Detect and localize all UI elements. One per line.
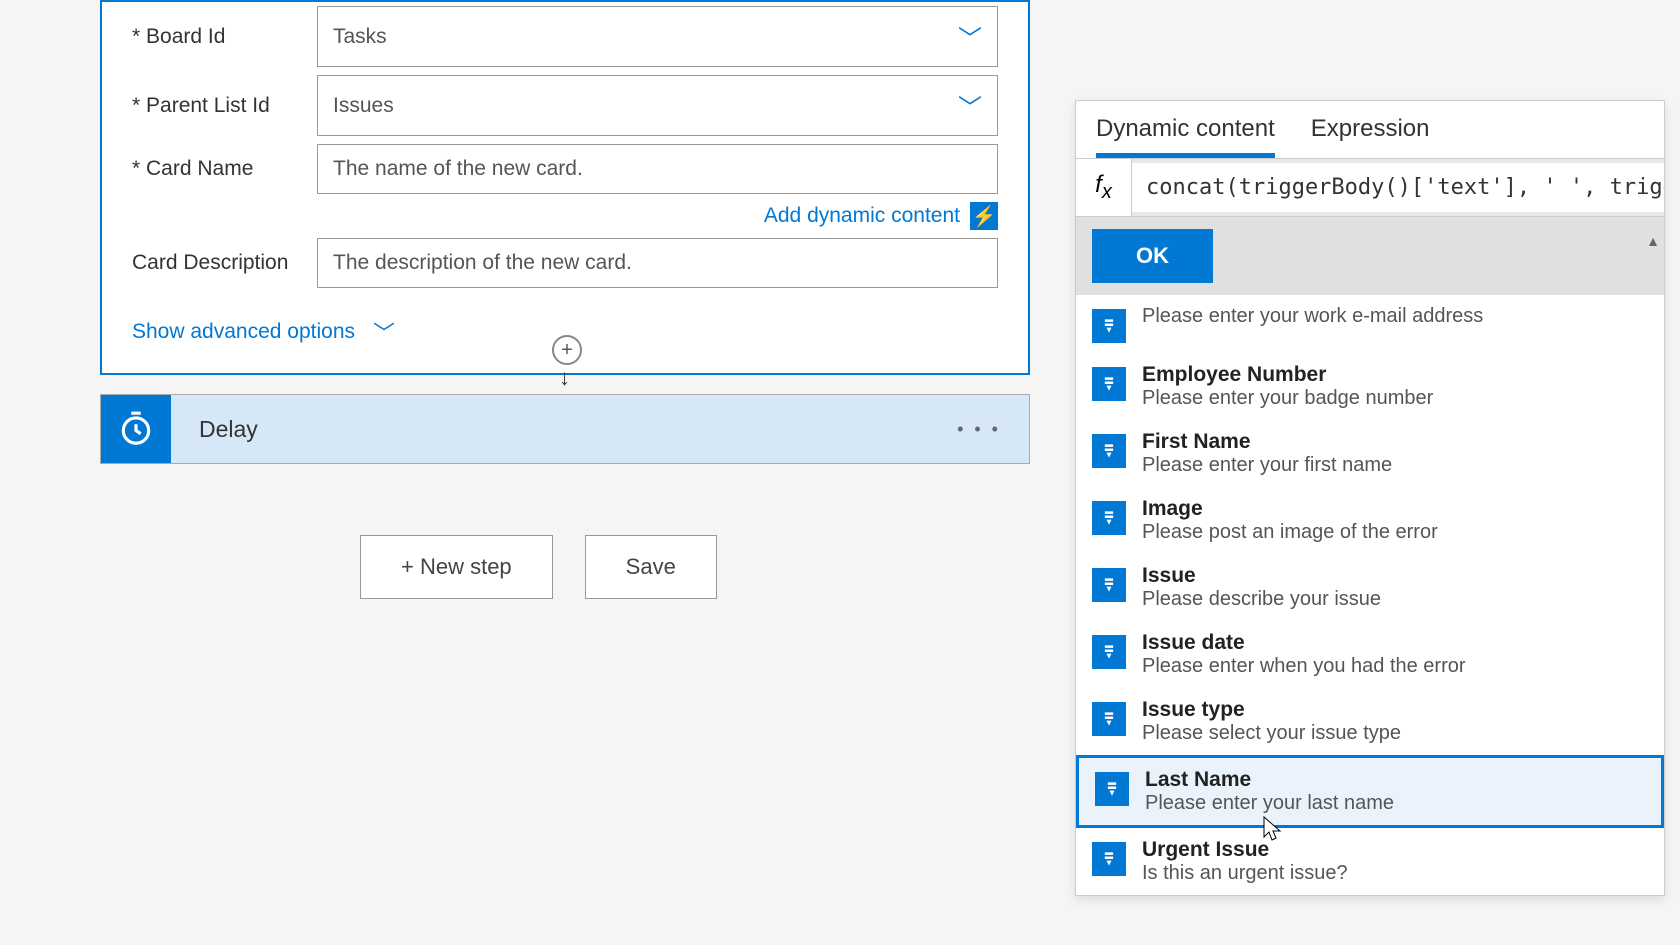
dc-item-title: Image bbox=[1142, 497, 1648, 521]
tab-expression[interactable]: Expression bbox=[1311, 115, 1430, 158]
dc-item-title: Issue bbox=[1142, 564, 1648, 588]
chevron-down-icon: ﹀ bbox=[958, 19, 982, 54]
parent-list-select[interactable]: Issues ﹀ bbox=[317, 75, 998, 136]
data-field-icon bbox=[1092, 309, 1126, 343]
card-name-placeholder: The name of the new card. bbox=[333, 157, 583, 181]
create-card-form: Board Id Tasks ﹀ Parent List Id Issues ﹀… bbox=[100, 0, 1030, 375]
dc-item-issue[interactable]: Issue Please describe your issue bbox=[1076, 554, 1664, 621]
chevron-down-icon: ﹀ bbox=[958, 88, 982, 123]
dc-item-title: Urgent Issue bbox=[1142, 838, 1648, 862]
dc-item-desc: Please enter your badge number bbox=[1142, 387, 1648, 410]
data-field-icon bbox=[1092, 434, 1126, 468]
dynamic-content-list[interactable]: Please enter your work e-mail address Em… bbox=[1076, 295, 1664, 895]
chevron-down-icon: ﹀ bbox=[373, 316, 395, 348]
card-name-label: Card Name bbox=[132, 157, 317, 181]
dc-item-employee-number[interactable]: Employee Number Please enter your badge … bbox=[1076, 353, 1664, 420]
board-id-value: Tasks bbox=[333, 25, 387, 49]
dc-item-title: Issue date bbox=[1142, 631, 1648, 655]
card-description-input[interactable]: The description of the new card. bbox=[317, 238, 998, 288]
data-field-icon bbox=[1095, 772, 1129, 806]
fx-icon: fx bbox=[1076, 159, 1132, 216]
card-description-placeholder: The description of the new card. bbox=[333, 251, 632, 275]
ok-button[interactable]: OK bbox=[1092, 229, 1213, 283]
dc-item-last-name[interactable]: Last Name Please enter your last name bbox=[1076, 755, 1664, 828]
board-id-label: Board Id bbox=[132, 25, 317, 49]
data-field-icon bbox=[1092, 702, 1126, 736]
data-field-icon bbox=[1092, 635, 1126, 669]
delay-step[interactable]: Delay • • • bbox=[100, 394, 1030, 464]
add-dynamic-content-link[interactable]: Add dynamic content bbox=[764, 204, 960, 228]
data-field-icon bbox=[1092, 568, 1126, 602]
advanced-label: Show advanced options bbox=[132, 320, 355, 344]
dc-item-desc: Please post an image of the error bbox=[1142, 521, 1648, 544]
dc-item-title: First Name bbox=[1142, 430, 1648, 454]
parent-list-label: Parent List Id bbox=[132, 94, 317, 118]
dc-item-desc: Please enter your work e-mail address bbox=[1142, 305, 1648, 328]
board-id-select[interactable]: Tasks ﹀ bbox=[317, 6, 998, 67]
dc-item-issue-type[interactable]: Issue type Please select your issue type bbox=[1076, 688, 1664, 755]
new-step-button[interactable]: + New step bbox=[360, 535, 553, 599]
scroll-up-icon[interactable]: ▲ bbox=[1646, 233, 1660, 249]
dc-item-issue-date[interactable]: Issue date Please enter when you had the… bbox=[1076, 621, 1664, 688]
dc-item-title: Employee Number bbox=[1142, 363, 1648, 387]
dc-item-desc: Please select your issue type bbox=[1142, 722, 1648, 745]
dc-item-email[interactable]: Please enter your work e-mail address bbox=[1076, 295, 1664, 353]
add-step-plus-button[interactable]: + bbox=[552, 335, 582, 365]
dc-item-desc: Is this an urgent issue? bbox=[1142, 862, 1648, 885]
data-field-icon bbox=[1092, 367, 1126, 401]
dc-item-desc: Please enter when you had the error bbox=[1142, 655, 1648, 678]
add-dynamic-icon[interactable]: ⚡ bbox=[970, 202, 998, 230]
delay-title: Delay bbox=[199, 416, 258, 443]
ellipsis-icon[interactable]: • • • bbox=[957, 419, 1001, 440]
save-button[interactable]: Save bbox=[585, 535, 717, 599]
arrow-down-icon: ↓ bbox=[559, 365, 570, 391]
delay-icon bbox=[101, 395, 171, 463]
data-field-icon bbox=[1092, 501, 1126, 535]
tab-dynamic-content[interactable]: Dynamic content bbox=[1096, 115, 1275, 158]
dynamic-content-panel: Dynamic content Expression fx concat(tri… bbox=[1075, 100, 1665, 896]
dc-item-desc: Please describe your issue bbox=[1142, 588, 1648, 611]
dc-item-image[interactable]: Image Please post an image of the error bbox=[1076, 487, 1664, 554]
dc-item-urgent-issue[interactable]: Urgent Issue Is this an urgent issue? bbox=[1076, 828, 1664, 895]
dc-item-desc: Please enter your last name bbox=[1145, 792, 1645, 815]
dc-item-title: Issue type bbox=[1142, 698, 1648, 722]
dc-item-first-name[interactable]: First Name Please enter your first name bbox=[1076, 420, 1664, 487]
dc-item-desc: Please enter your first name bbox=[1142, 454, 1648, 477]
data-field-icon bbox=[1092, 842, 1126, 876]
parent-list-value: Issues bbox=[333, 94, 394, 118]
dc-item-title: Last Name bbox=[1145, 768, 1645, 792]
expression-input[interactable]: concat(triggerBody()['text'], ' ', trigg… bbox=[1132, 163, 1664, 212]
card-description-label: Card Description bbox=[132, 251, 317, 275]
card-name-input[interactable]: The name of the new card. bbox=[317, 144, 998, 194]
